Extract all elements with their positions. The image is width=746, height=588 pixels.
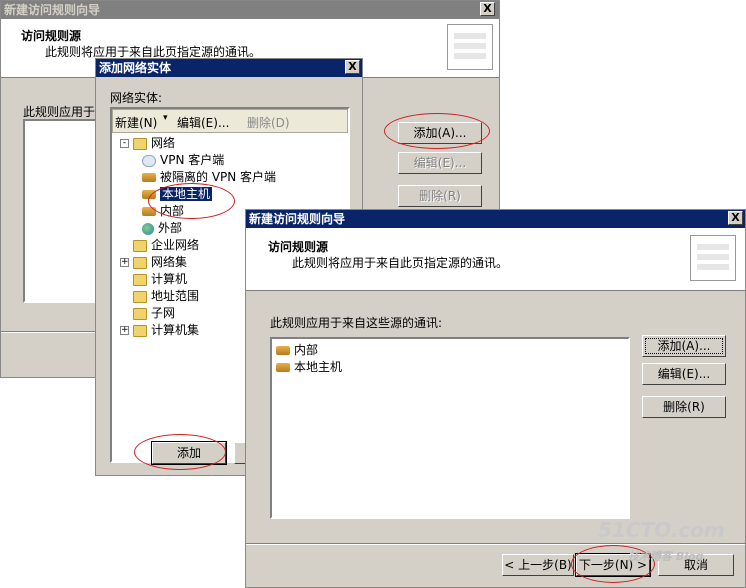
back-delete-button[interactable]: 删除(R) bbox=[398, 185, 482, 207]
expand-icon[interactable]: + bbox=[120, 326, 129, 335]
front-apply-label: 此规则应用于来自这些源的通讯: bbox=[270, 316, 443, 330]
tree-item[interactable]: VPN 客户端 bbox=[142, 152, 224, 168]
entity-close-button[interactable]: X bbox=[345, 60, 360, 74]
entity-dialog-titlebar[interactable]: 添加网络实体 bbox=[96, 59, 362, 77]
entity-label: 网络实体: bbox=[110, 91, 163, 105]
front-footer-divider bbox=[246, 543, 745, 545]
toolbar-edit-button[interactable]: 编辑(E)... bbox=[177, 114, 229, 131]
tree-item[interactable]: + 计算机集 bbox=[120, 322, 199, 338]
collapse-icon[interactable]: - bbox=[120, 139, 129, 148]
dropdown-arrow-icon[interactable]: ▾ bbox=[163, 113, 168, 123]
highlight-local-host bbox=[148, 183, 235, 219]
tree-item[interactable]: 计算机 bbox=[120, 271, 187, 287]
tree-item[interactable]: 地址范围 bbox=[120, 288, 199, 304]
tree-item-label: 子网 bbox=[151, 306, 176, 320]
source-item-internal[interactable]: 内部 bbox=[276, 342, 318, 358]
tree-item[interactable]: 被隔离的 VPN 客户端 bbox=[142, 169, 276, 185]
tree-item-label: 计算机集 bbox=[151, 323, 200, 337]
network-icon bbox=[276, 346, 290, 355]
tree-item-label: VPN 客户端 bbox=[160, 153, 225, 167]
tree-item-label: 计算机 bbox=[151, 272, 188, 286]
back-source-list[interactable] bbox=[23, 119, 103, 303]
front-edit-button[interactable]: 编辑(E)... bbox=[642, 363, 726, 385]
front-wizard-header: 访问规则源 此规则将应用于来自此页指定源的通讯。 bbox=[246, 228, 745, 291]
toolbar-new-button[interactable]: 新建(N) bbox=[115, 114, 157, 131]
folder-icon bbox=[133, 256, 147, 269]
tree-item-label: 被隔离的 VPN 客户端 bbox=[160, 170, 277, 184]
highlight-back-add bbox=[384, 113, 490, 149]
cloud-icon bbox=[142, 154, 156, 167]
watermark-logo: 51CTO.com bbox=[598, 518, 725, 542]
front-source-list[interactable]: 内部 本地主机 bbox=[270, 337, 630, 519]
highlight-entity-add bbox=[134, 434, 226, 470]
front-header-subtitle: 此规则将应用于来自此页指定源的通讯。 bbox=[292, 256, 509, 270]
watermark-sub: 技术博客 Blog bbox=[628, 550, 704, 563]
toolbar-delete-button[interactable]: 删除(D) bbox=[247, 114, 290, 131]
back-edit-button[interactable]: 编辑(E)... bbox=[398, 152, 482, 174]
front-header-title: 访问规则源 bbox=[268, 240, 329, 254]
front-close-button[interactable]: X bbox=[728, 211, 743, 225]
folder-icon bbox=[133, 307, 147, 320]
network-icon bbox=[142, 173, 156, 182]
back-header-title: 访问规则源 bbox=[21, 29, 82, 43]
source-label: 内部 bbox=[294, 343, 319, 357]
entity-toolbar: 新建(N) ▾ 编辑(E)... 删除(D) bbox=[112, 109, 348, 133]
globe-icon bbox=[142, 222, 154, 235]
folder-icon bbox=[133, 273, 147, 286]
tree-item-label: 企业网络 bbox=[151, 238, 200, 252]
front-add-button[interactable]: 添加(A)... bbox=[642, 335, 726, 357]
folder-icon bbox=[133, 324, 147, 337]
back-apply-label: 此规则应用于 bbox=[23, 105, 96, 119]
wizard-header-icon bbox=[447, 24, 493, 70]
wizard-header-icon bbox=[690, 235, 736, 281]
tree-item[interactable]: 子网 bbox=[120, 305, 175, 321]
source-label: 本地主机 bbox=[294, 360, 343, 374]
front-delete-button[interactable]: 删除(R) bbox=[642, 396, 726, 418]
front-wizard-titlebar[interactable]: 新建访问规则向导 bbox=[246, 210, 745, 228]
expand-icon[interactable]: + bbox=[120, 258, 129, 267]
folder-open-icon bbox=[133, 137, 147, 150]
source-item-local-host[interactable]: 本地主机 bbox=[276, 359, 342, 375]
tree-item[interactable]: 企业网络 bbox=[120, 237, 199, 253]
folder-icon bbox=[133, 290, 147, 303]
network-icon bbox=[276, 363, 290, 372]
tree-item-label: 外部 bbox=[158, 221, 183, 235]
tree-item[interactable]: - 网络 bbox=[120, 135, 175, 151]
back-close-button[interactable]: X bbox=[480, 2, 495, 16]
folder-icon bbox=[133, 239, 147, 252]
tree-item[interactable]: + 网络集 bbox=[120, 254, 187, 270]
tree-item-label: 地址范围 bbox=[151, 289, 200, 303]
tree-item-label: 网络 bbox=[151, 136, 176, 150]
back-wizard-titlebar[interactable]: 新建访问规则向导 bbox=[1, 1, 499, 19]
tree-item[interactable]: 外部 bbox=[142, 220, 182, 236]
back-step-button[interactable]: < 上一步(B) bbox=[502, 554, 574, 576]
tree-item-label: 网络集 bbox=[151, 255, 188, 269]
